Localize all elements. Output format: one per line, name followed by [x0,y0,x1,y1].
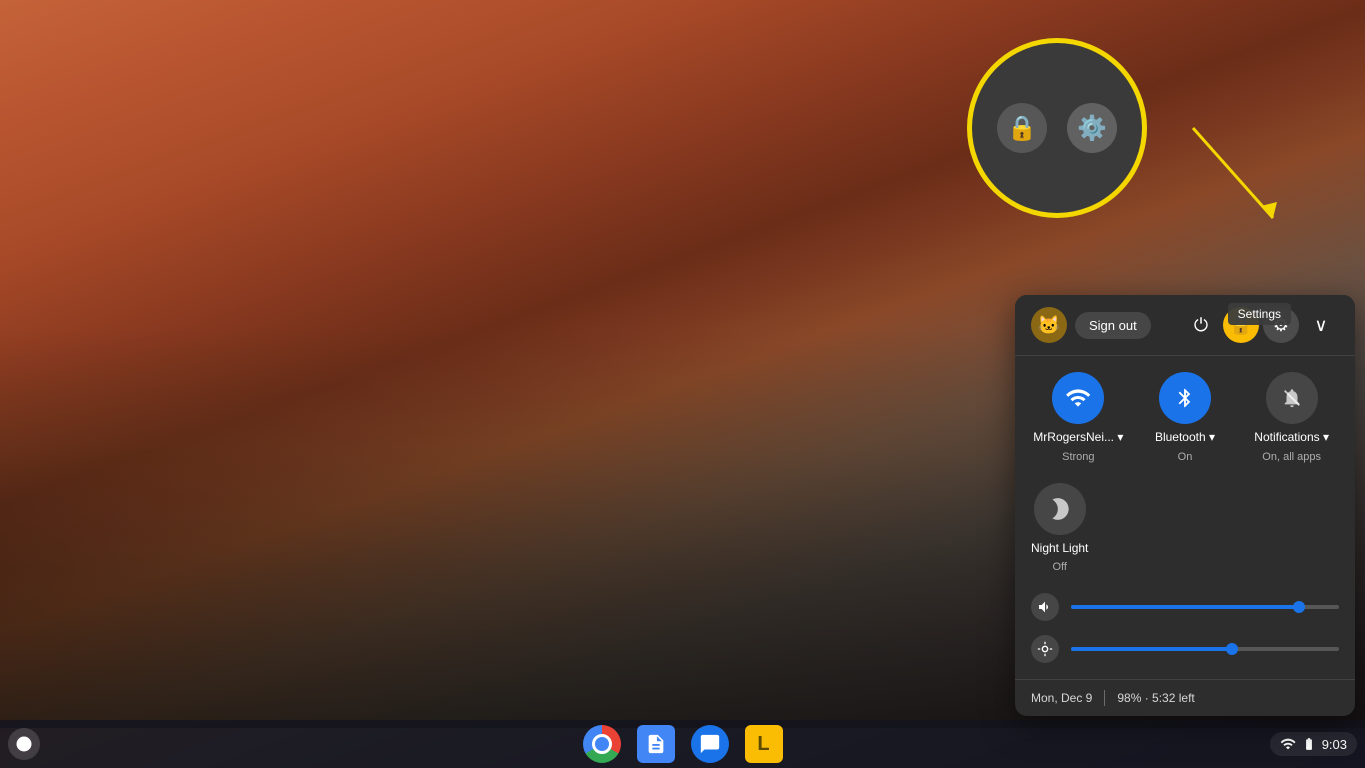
sliders-area [1015,589,1355,679]
notifications-tile[interactable]: Notifications ▾ On, all apps [1244,372,1339,462]
brightness-icon[interactable] [1031,635,1059,663]
brightness-track[interactable] [1071,647,1339,651]
power-button[interactable]: ⏻ [1183,307,1219,343]
taskbar: L 9:03 [0,720,1365,768]
night-light-label: Night Light [1031,541,1088,555]
wifi-label: MrRogersNei... ▾ [1033,430,1123,444]
messages-app-icon[interactable] [691,725,729,763]
system-tray[interactable]: 9:03 [1270,732,1357,756]
magnified-preview: 🔒 ⚙️ [971,42,1143,214]
volume-thumb[interactable] [1293,601,1305,613]
brightness-thumb[interactable] [1226,643,1238,655]
bluetooth-tile[interactable]: Bluetooth ▾ On [1138,372,1233,462]
night-light-sublabel: Off [1052,561,1066,573]
taskbar-apps: L [583,725,783,763]
annotation-circle [967,38,1147,218]
quick-settings-panel: 🐱 Sign out ⏻ 🔒 ⚙ Settings ∨ [1015,295,1355,716]
volume-icon[interactable] [1031,593,1059,621]
docs-app-icon[interactable] [637,725,675,763]
lock-icon-magnified: 🔒 [997,103,1047,153]
notifications-tile-button[interactable] [1266,372,1318,424]
bluetooth-label: Bluetooth ▾ [1155,430,1215,444]
wifi-tile-button[interactable] [1052,372,1104,424]
settings-tooltip: Settings [1228,303,1291,325]
notifications-label: Notifications ▾ [1254,430,1329,444]
wifi-tray-icon [1280,736,1296,752]
volume-fill [1071,605,1299,609]
notifications-sublabel: On, all apps [1262,451,1321,463]
date-label: Mon, Dec 9 [1031,691,1092,705]
bluetooth-tile-button[interactable] [1159,372,1211,424]
chrome-app-icon[interactable] [583,725,621,763]
annotation-arrow [1073,118,1303,228]
avatar[interactable]: 🐱 [1031,307,1067,343]
panel-bottom: Mon, Dec 9 98% · 5:32 left [1015,679,1355,716]
collapse-button[interactable]: ∨ [1303,307,1339,343]
battery-label: 98% · 5:32 left [1117,691,1194,705]
volume-slider-row [1031,593,1339,621]
sign-out-button[interactable]: Sign out [1075,312,1151,339]
panel-tiles: MrRogersNei... ▾ Strong Bluetooth ▾ On [1015,356,1355,478]
separator [1104,690,1105,706]
brightness-fill [1071,647,1232,651]
panel-header: 🐱 Sign out ⏻ 🔒 ⚙ Settings ∨ [1015,295,1355,356]
night-light-tile[interactable]: Night Light Off [1031,483,1088,573]
bluetooth-sublabel: On [1178,451,1193,463]
brightness-slider-row [1031,635,1339,663]
night-light-button[interactable] [1034,483,1086,535]
launcher-button[interactable] [8,728,40,760]
volume-track[interactable] [1071,605,1339,609]
wifi-tile[interactable]: MrRogersNei... ▾ Strong [1031,372,1126,462]
wifi-sublabel: Strong [1062,451,1094,463]
clock: 9:03 [1322,737,1347,752]
settings-icon-magnified: ⚙️ [1067,103,1117,153]
taskbar-right: 9:03 [1270,732,1357,756]
night-light-row: Night Light Off [1015,479,1355,589]
taskbar-left [8,728,40,760]
keep-app-icon[interactable]: L [745,725,783,763]
battery-tray-icon [1302,737,1316,751]
desktop: 🔒 ⚙️ 🐱 Sign out ⏻ 🔒 ⚙ Settings ∨ [0,0,1365,768]
